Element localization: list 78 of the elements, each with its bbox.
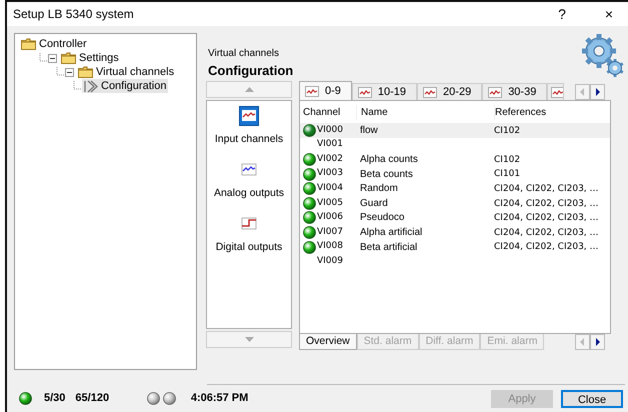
tab[interactable]: 30-39 xyxy=(482,83,548,100)
table-row[interactable]: VI004 Random CI204, CI202, CI203, … xyxy=(300,181,610,196)
tree-item[interactable]: Virtual channels xyxy=(76,65,176,79)
table-cell-text: VI006 xyxy=(317,211,343,224)
table-cell: Random xyxy=(360,183,398,194)
window-title: Setup LB 5340 system xyxy=(13,6,134,23)
dialog-button[interactable]: Close xyxy=(561,390,623,408)
table-cell: Alpha artificial xyxy=(360,226,422,238)
counter-text: 65/120 xyxy=(75,391,110,406)
tree-item[interactable]: Controller xyxy=(19,37,89,51)
tab[interactable]: 0-9 xyxy=(299,81,352,100)
tab[interactable]: 20-29 xyxy=(417,83,482,100)
tab[interactable]: 10-19 xyxy=(352,83,418,100)
folder-icon xyxy=(78,66,93,78)
up-arrow-icon xyxy=(244,87,254,92)
table-row[interactable]: VI000 flow CI102 xyxy=(300,123,610,138)
nav-item[interactable]: Digital outputs xyxy=(216,214,282,256)
counter-text: 5/30 xyxy=(44,391,66,406)
close-button[interactable]: × xyxy=(591,4,627,24)
table-cell-text: VI002 xyxy=(317,152,343,166)
table-row[interactable]: VI009 xyxy=(300,254,610,269)
tab[interactable]: Overview xyxy=(299,334,357,350)
table-row[interactable]: VI007 Alpha artificial CI204, CI202, CI203, … xyxy=(300,225,610,240)
column-header[interactable]: References xyxy=(494,104,610,120)
table-cell: Alpha counts xyxy=(360,154,418,165)
folder-icon xyxy=(61,52,76,64)
folder-icon xyxy=(21,38,36,50)
help-button[interactable]: ? xyxy=(544,4,580,24)
chevron-icon xyxy=(84,80,98,92)
table-row[interactable]: VI006 Pseudoco CI204, CI202, CI203, … xyxy=(300,210,610,226)
table-cell: CI101 xyxy=(494,169,520,180)
table-row[interactable]: VI002 Alpha counts CI102 xyxy=(300,152,610,167)
table-cell: Beta artificial xyxy=(360,242,418,253)
gears-icon xyxy=(579,33,625,79)
tree-item[interactable]: Configuration xyxy=(82,79,168,93)
column-header[interactable]: Channel xyxy=(300,104,356,120)
tab[interactable] xyxy=(547,83,564,100)
tree-item[interactable]: Settings xyxy=(59,51,121,65)
collapse-icon[interactable] xyxy=(48,54,57,62)
chart-icon xyxy=(488,86,502,98)
table-cell: CI204, CI202, CI203, … xyxy=(494,184,599,194)
table-cell: Pseudoco xyxy=(360,212,404,224)
table-cell: flow xyxy=(360,124,378,136)
section-subtitle: Virtual channels xyxy=(208,47,280,61)
nav-item[interactable]: Analog outputs xyxy=(214,160,284,202)
table-cell-text: VI003 xyxy=(317,167,343,180)
down-arrow-icon xyxy=(244,337,254,342)
nav-item[interactable]: Input channels xyxy=(214,106,284,148)
table-cell-text: VI000 xyxy=(317,124,343,137)
table-cell-text: VI005 xyxy=(317,196,343,210)
table-cell: CI204, CI202, CI203, … xyxy=(494,198,599,209)
table-cell-text: VI001 xyxy=(317,138,343,152)
table-cell: CI102 xyxy=(494,126,520,136)
chart-icon xyxy=(358,86,372,98)
table-cell-text: VI008 xyxy=(317,240,343,254)
table-row[interactable]: VI005 Guard CI204, CI202, CI203, … xyxy=(300,196,610,211)
table-row[interactable]: VI001 xyxy=(300,138,610,152)
table-cell: Guard xyxy=(360,198,388,209)
column-header[interactable]: Name xyxy=(356,104,494,120)
table-cell: CI204, CI202, CI203, … xyxy=(494,213,599,224)
waveform-icon xyxy=(239,106,259,126)
table-cell: CI204, CI202, CI203, … xyxy=(494,228,599,238)
table-cell: CI204, CI202, CI203, … xyxy=(494,242,599,252)
table-cell: Beta counts xyxy=(360,168,413,180)
scroll-right-icon[interactable] xyxy=(590,84,605,100)
collapse-icon[interactable] xyxy=(65,68,74,76)
section-title: Configuration xyxy=(208,62,294,80)
table-cell-text: VI007 xyxy=(317,226,343,239)
table-cell: CI102 xyxy=(494,154,520,165)
table-row[interactable]: VI008 Beta artificial CI204, CI202, CI203, … xyxy=(300,240,610,254)
time-text: 4:06:57 PM xyxy=(190,391,248,406)
chart-icon xyxy=(551,86,564,98)
table-cell-text: VI004 xyxy=(317,182,343,195)
table-cell-text: VI009 xyxy=(317,254,343,268)
table-row[interactable]: VI003 Beta counts CI101 xyxy=(300,166,610,182)
chart-icon xyxy=(423,86,438,98)
chart-icon xyxy=(305,86,319,96)
scroll-right-icon[interactable] xyxy=(590,334,605,350)
